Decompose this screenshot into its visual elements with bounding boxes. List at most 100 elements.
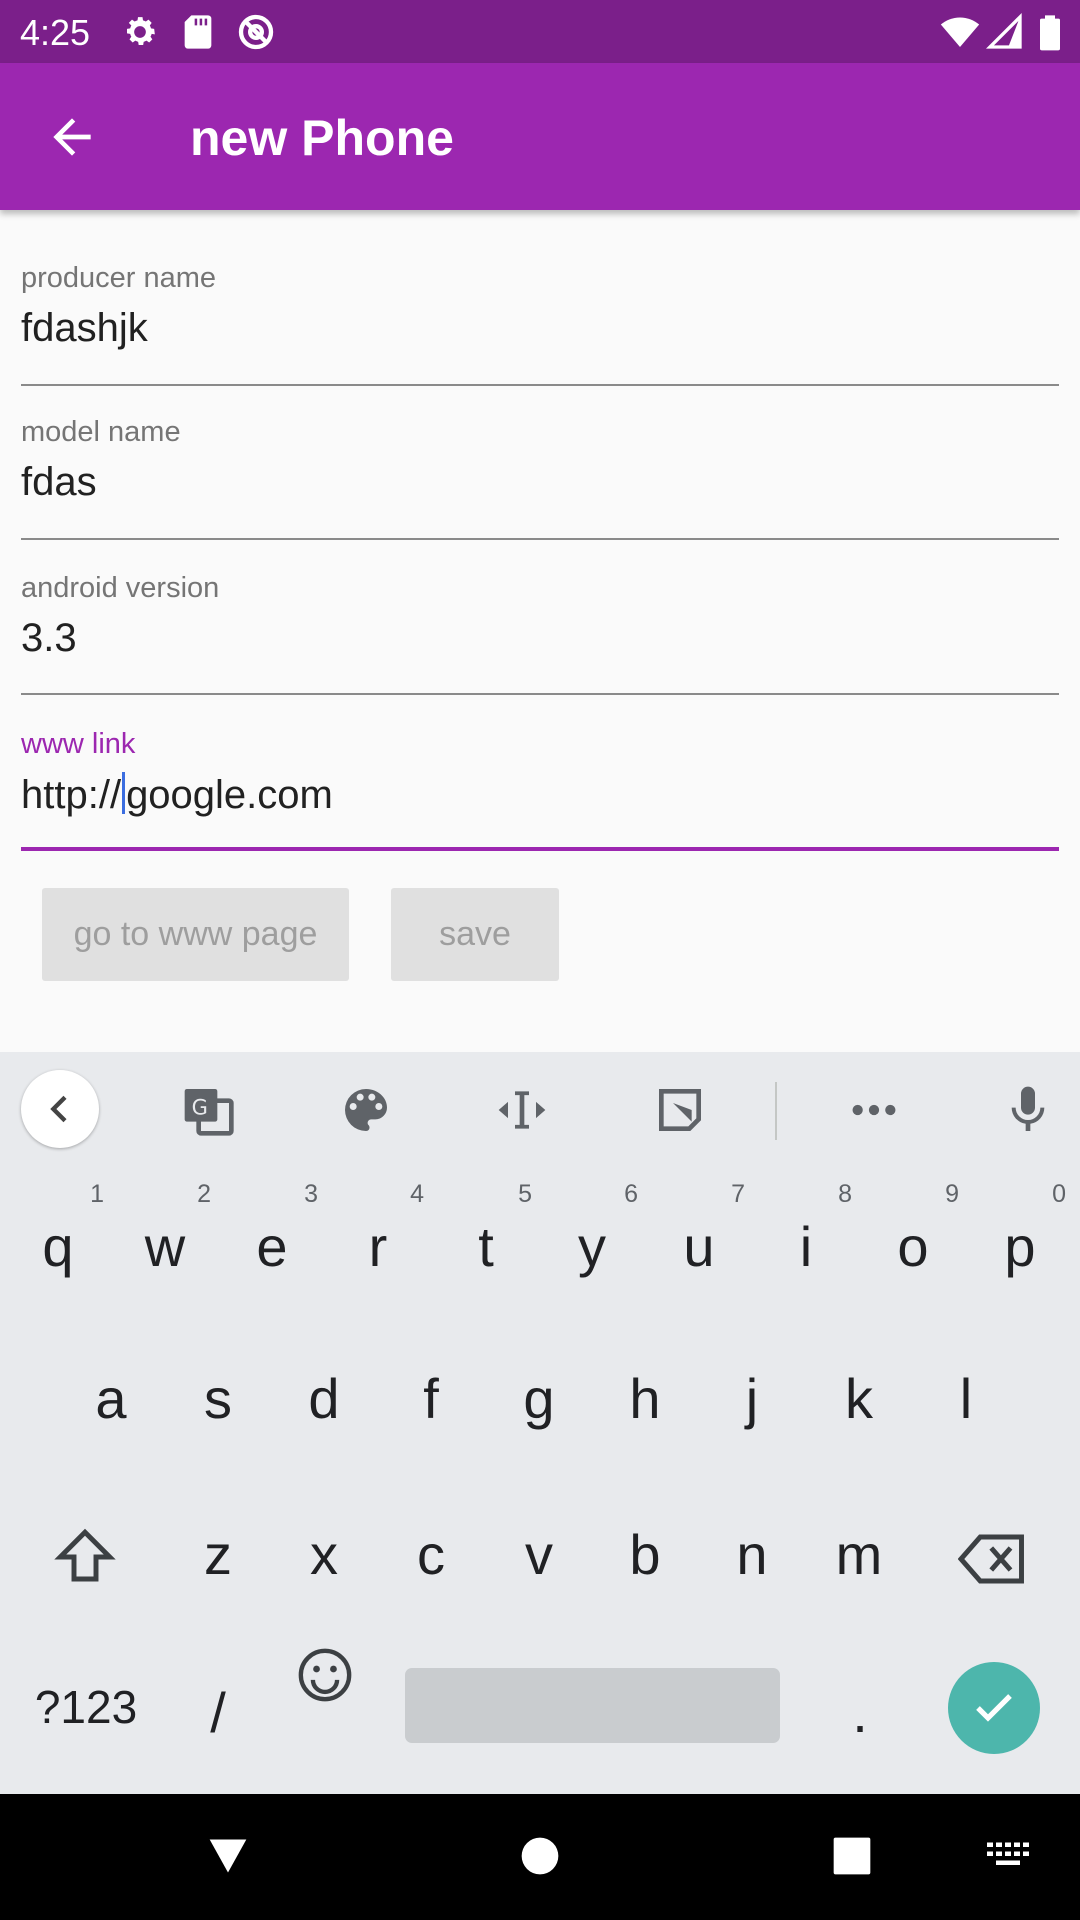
signal-icon <box>985 12 1022 49</box>
www-link-value-before-cursor: http:// <box>21 773 122 817</box>
key-slash[interactable]: / <box>168 1680 268 1745</box>
key-w-hint: 2 <box>197 1180 211 1208</box>
key-t[interactable]: t5 <box>436 1180 536 1279</box>
key-u-label: u <box>683 1215 715 1278</box>
key-v[interactable]: v <box>489 1522 589 1587</box>
key-j[interactable]: j <box>702 1366 802 1431</box>
key-e-hint: 3 <box>304 1180 318 1208</box>
translate-icon[interactable]: G <box>180 1082 236 1138</box>
chevron-left-icon <box>50 1095 67 1123</box>
key-x[interactable]: x <box>274 1522 374 1587</box>
arrow-back-icon[interactable] <box>44 109 100 165</box>
key-c[interactable]: c <box>381 1522 481 1587</box>
keyboard-switch-icon[interactable] <box>984 1838 1032 1874</box>
toolbar-separator <box>775 1082 777 1140</box>
key-w-label: w <box>144 1215 186 1278</box>
www-link-underline <box>21 847 1059 851</box>
key-period[interactable]: . <box>810 1680 910 1745</box>
key-r-label: r <box>368 1215 388 1278</box>
key-m[interactable]: m <box>809 1522 909 1587</box>
android-version-value[interactable]: 3.3 <box>21 616 77 661</box>
key-o[interactable]: o9 <box>863 1180 963 1279</box>
key-k[interactable]: k <box>809 1366 909 1431</box>
key-o-hint: 9 <box>945 1180 959 1208</box>
key-y[interactable]: y6 <box>542 1180 642 1279</box>
www-link-label: www link <box>21 728 136 760</box>
key-t-label: t <box>478 1215 494 1278</box>
key-p[interactable]: p0 <box>970 1180 1070 1279</box>
enter-button[interactable] <box>948 1662 1040 1754</box>
model-name-value[interactable]: fdas <box>21 460 97 505</box>
www-link-field[interactable]: www link http://google.com <box>21 728 1059 854</box>
text-cursor-icon[interactable] <box>494 1082 550 1138</box>
key-a[interactable]: a <box>61 1366 161 1431</box>
key-r[interactable]: r4 <box>328 1180 428 1279</box>
navigation-bar <box>0 1794 1080 1920</box>
collapse-toolbar-button[interactable] <box>21 1070 99 1148</box>
more-icon[interactable] <box>846 1082 902 1138</box>
key-s[interactable]: s <box>168 1366 268 1431</box>
model-name-field[interactable]: model name fdas <box>21 416 1059 542</box>
checkmark-icon <box>976 1694 1012 1722</box>
key-r-hint: 4 <box>410 1180 424 1208</box>
key-u[interactable]: u7 <box>649 1180 749 1279</box>
key-p-label: p <box>1004 1215 1036 1278</box>
www-link-value-after-cursor: google.com <box>126 773 333 817</box>
app-bar: new Phone <box>0 63 1080 210</box>
keyboard-toolbar: G <box>0 1052 1080 1168</box>
go-to-www-page-button[interactable]: go to www page <box>42 888 349 981</box>
text-cursor <box>122 772 126 814</box>
android-version-underline <box>21 693 1059 695</box>
key-d[interactable]: d <box>274 1366 374 1431</box>
key-n[interactable]: n <box>702 1522 802 1587</box>
key-w[interactable]: w2 <box>115 1180 215 1279</box>
palette-icon[interactable] <box>338 1082 394 1138</box>
key-h[interactable]: h <box>595 1366 695 1431</box>
back-triangle-icon[interactable] <box>206 1834 250 1878</box>
producer-name-value[interactable]: fdashjk <box>21 306 148 351</box>
home-circle-icon[interactable] <box>518 1834 562 1878</box>
key-i[interactable]: i8 <box>756 1180 856 1279</box>
producer-name-field[interactable]: producer name fdashjk <box>21 262 1059 388</box>
key-g[interactable]: g <box>489 1366 589 1431</box>
battery-icon <box>1040 15 1060 51</box>
backspace-icon[interactable] <box>958 1526 1030 1592</box>
key-i-label: i <box>799 1215 813 1278</box>
floating-keyboard-icon[interactable] <box>652 1082 708 1138</box>
emoji-icon[interactable] <box>296 1646 354 1704</box>
model-name-label: model name <box>21 416 181 448</box>
key-e[interactable]: e3 <box>222 1180 322 1279</box>
android-version-field[interactable]: android version 3.3 <box>21 572 1059 698</box>
svg-text:G: G <box>192 1096 208 1120</box>
www-link-value[interactable]: http://google.com <box>21 772 333 818</box>
key-i-hint: 8 <box>838 1180 852 1208</box>
key-q[interactable]: q1 <box>8 1180 108 1279</box>
status-bar: 4:25 <box>0 0 1080 63</box>
android-version-label: android version <box>21 572 220 604</box>
wifi-icon <box>940 17 980 47</box>
gear-icon <box>127 17 155 45</box>
recents-square-icon[interactable] <box>830 1834 874 1878</box>
producer-name-label: producer name <box>21 262 217 294</box>
key-e-label: e <box>256 1215 288 1278</box>
model-name-underline <box>21 538 1059 540</box>
spacebar[interactable] <box>405 1668 780 1743</box>
mic-icon[interactable] <box>1000 1082 1056 1138</box>
key-z[interactable]: z <box>168 1522 268 1587</box>
at-sign-icon <box>238 14 274 50</box>
key-b[interactable]: b <box>595 1522 695 1587</box>
key-y-hint: 6 <box>624 1180 638 1208</box>
key-y-label: y <box>578 1215 606 1278</box>
producer-name-underline <box>21 384 1059 386</box>
key-q-label: q <box>42 1215 74 1278</box>
page-title: new Phone <box>190 110 454 166</box>
key-q-hint: 1 <box>90 1180 104 1208</box>
symbols-key[interactable]: ?123 <box>18 1680 154 1734</box>
key-l[interactable]: l <box>916 1366 1016 1431</box>
save-button[interactable]: save <box>391 888 559 981</box>
key-p-hint: 0 <box>1052 1180 1066 1208</box>
key-t-hint: 5 <box>518 1180 532 1208</box>
shift-icon[interactable] <box>52 1524 118 1590</box>
key-o-label: o <box>897 1215 929 1278</box>
key-f[interactable]: f <box>381 1366 481 1431</box>
